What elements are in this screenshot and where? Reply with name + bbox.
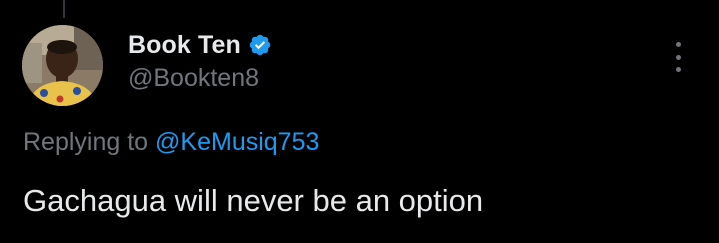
tweet-body-text: Gachagua will never be an option — [23, 183, 484, 218]
replying-to-line: Replying to @KeMusiq753 — [23, 128, 319, 157]
replying-to-handle-link[interactable]: @KeMusiq753 — [155, 128, 319, 156]
author-handle[interactable]: @Bookten8 — [128, 64, 259, 93]
verified-badge-icon[interactable] — [248, 33, 272, 57]
thread-connector-line — [63, 0, 65, 18]
more-options-icon[interactable] — [668, 42, 688, 72]
replying-to-label: Replying to — [23, 128, 149, 156]
avatar[interactable] — [22, 25, 103, 106]
author-name-row: Book Ten — [128, 29, 272, 61]
avatar-photo — [22, 25, 103, 106]
more-options-dot — [675, 54, 681, 60]
author-display-name[interactable]: Book Ten — [128, 31, 241, 60]
more-options-dot — [675, 42, 681, 47]
more-options-dot — [675, 67, 681, 72]
